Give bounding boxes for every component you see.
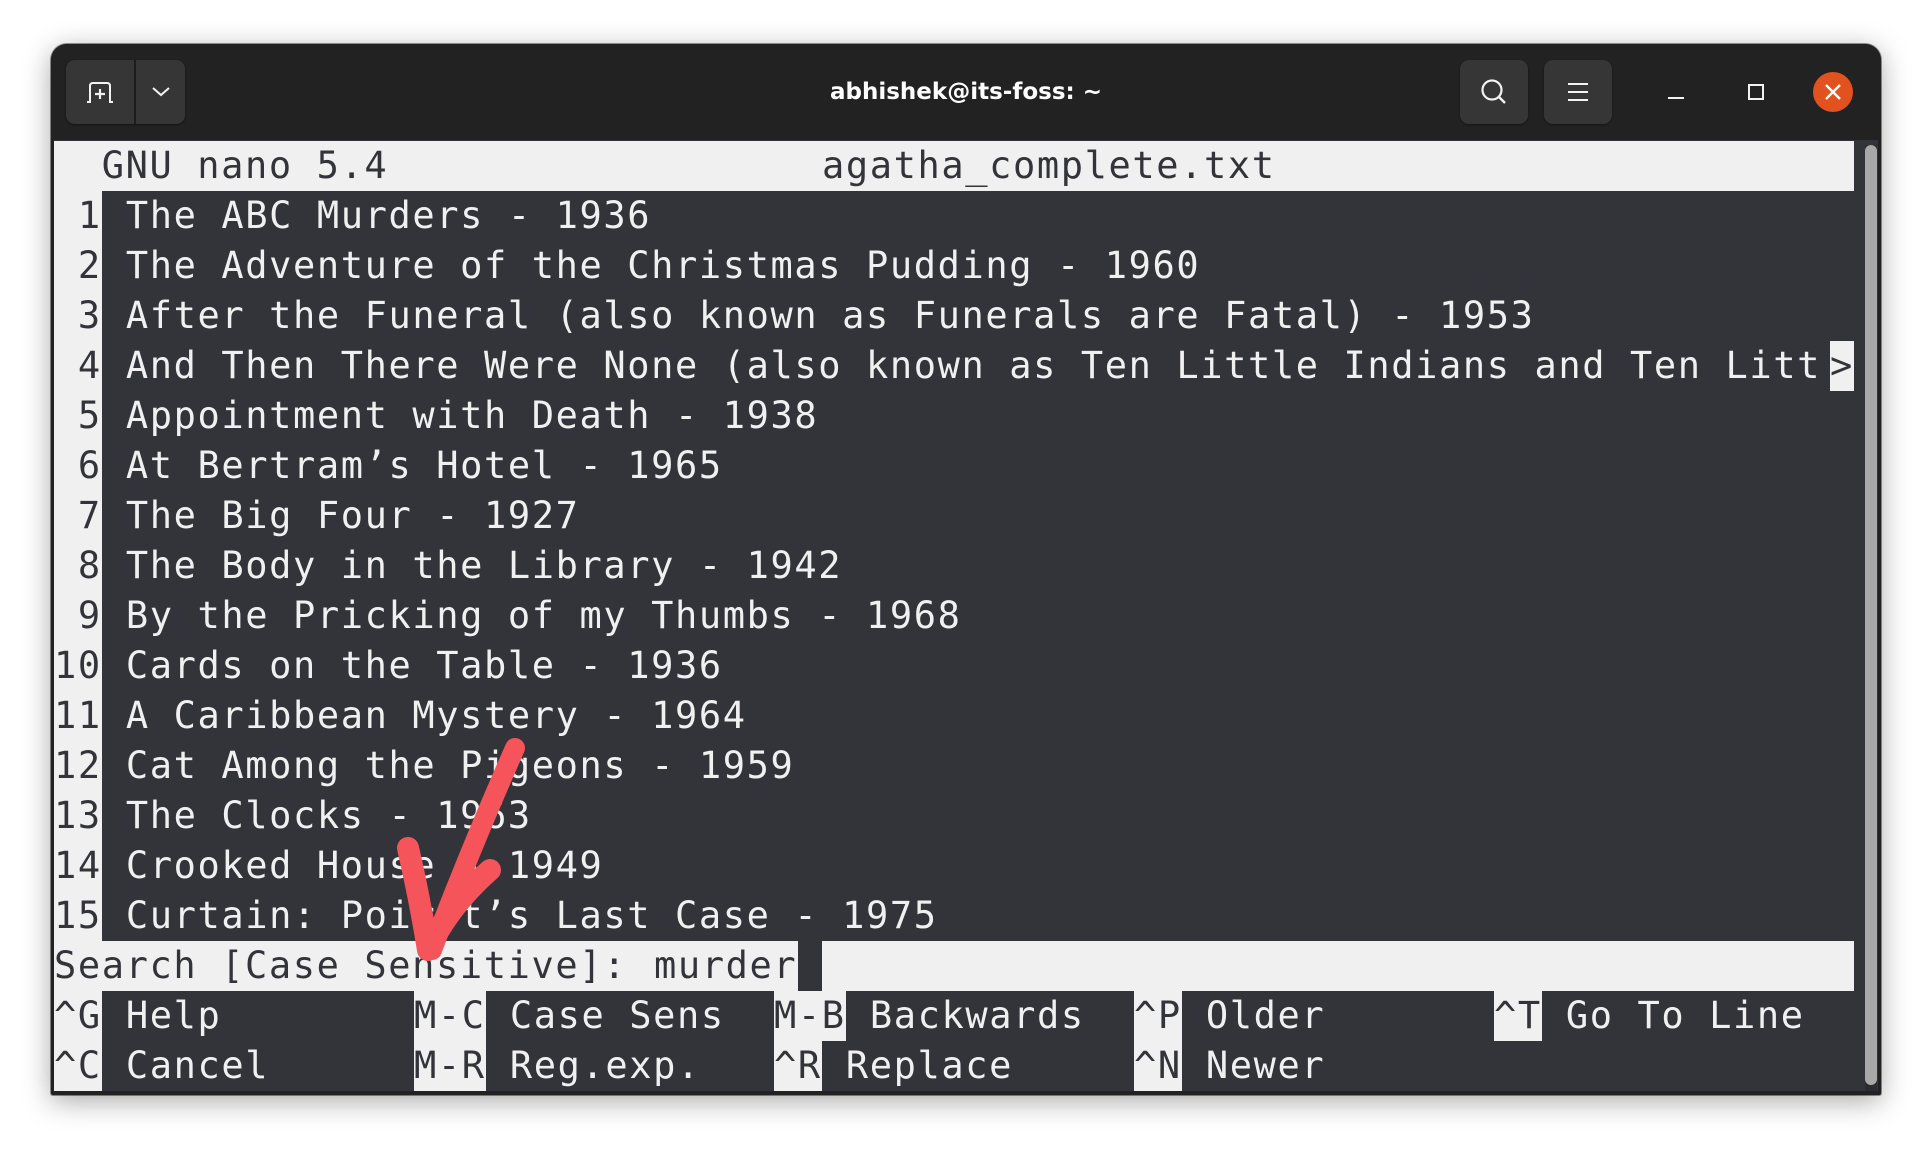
title-bar[interactable]: abhishek@its-foss: ~: [51, 44, 1881, 140]
menu-button[interactable]: [1544, 60, 1612, 124]
editor-line[interactable]: 15 Curtain: Poirot’s Last Case - 1975: [54, 891, 1854, 941]
shortcut-key[interactable]: M-B: [774, 991, 846, 1041]
line-text: And Then There Were None (also known as …: [102, 341, 1854, 391]
terminal-window: abhishek@its-foss: ~ GNU nano 5.4 agatha…: [51, 44, 1881, 1095]
shortcut-key[interactable]: ^T: [1494, 991, 1542, 1041]
line-number: 14: [54, 841, 102, 891]
nano-header: GNU nano 5.4 agatha_complete.txt: [54, 141, 1854, 191]
line-text: The Big Four - 1927: [102, 491, 1854, 541]
line-overflow-marker: >: [1830, 341, 1854, 391]
line-number: 1: [54, 191, 102, 241]
shortcut-key[interactable]: ^R: [774, 1041, 822, 1091]
shortcut-key[interactable]: M-R: [414, 1041, 486, 1091]
maximize-icon: [1748, 84, 1764, 100]
shortcut-key[interactable]: ^P: [1134, 991, 1182, 1041]
shortcut-label[interactable]: Replace: [822, 1041, 1013, 1091]
editor-line[interactable]: 3 After the Funeral (also known as Funer…: [54, 291, 1854, 341]
line-number: 2: [54, 241, 102, 291]
close-icon: [1825, 84, 1841, 100]
search-bar[interactable]: Search [Case Sensitive]: murder: [54, 941, 1854, 991]
line-number: 12: [54, 741, 102, 791]
scrollbar-thumb[interactable]: [1865, 145, 1877, 1085]
nano-version: GNU nano 5.4: [54, 144, 389, 187]
shortcut-key[interactable]: M-C: [414, 991, 486, 1041]
line-number: 6: [54, 441, 102, 491]
shortcut-label[interactable]: Cancel: [102, 1041, 269, 1091]
shortcut-label[interactable]: Help: [102, 991, 221, 1041]
line-text: The ABC Murders - 1936: [102, 191, 1854, 241]
editor-line[interactable]: 2 The Adventure of the Christmas Pudding…: [54, 241, 1854, 291]
scrollbar[interactable]: [1865, 145, 1877, 1091]
line-text: The Adventure of the Christmas Pudding -…: [102, 241, 1854, 291]
shortcut-label[interactable]: Older: [1182, 991, 1325, 1041]
search-input[interactable]: murder: [654, 941, 797, 991]
editor-line[interactable]: 6 At Bertram’s Hotel - 1965: [54, 441, 1854, 491]
line-number: 15: [54, 891, 102, 941]
shortcut-key[interactable]: ^G: [54, 991, 102, 1041]
terminal-area[interactable]: GNU nano 5.4 agatha_complete.txt 1 The A…: [54, 140, 1878, 1091]
text-cursor: [798, 941, 822, 991]
line-text: By the Pricking of my Thumbs - 1968: [102, 591, 1854, 641]
search-button[interactable]: [1460, 60, 1528, 124]
close-button[interactable]: [1813, 72, 1853, 112]
line-text: Cards on the Table - 1936: [102, 641, 1854, 691]
shortcut-row: ^G Help M-C Case Sens M-B Backwards ^P Olde…: [54, 991, 1854, 1041]
line-text: After the Funeral (also known as Funeral…: [102, 291, 1854, 341]
shortcut-label[interactable]: Reg.exp.: [486, 1041, 701, 1091]
line-number: 3: [54, 291, 102, 341]
editor-line[interactable]: 11 A Caribbean Mystery - 1964: [54, 691, 1854, 741]
line-text: Crooked House - 1949: [102, 841, 1854, 891]
minimize-icon: [1668, 97, 1684, 99]
editor-line[interactable]: 10 Cards on the Table - 1936: [54, 641, 1854, 691]
shortcut-key[interactable]: ^N: [1134, 1041, 1182, 1091]
line-text: The Body in the Library - 1942: [102, 541, 1854, 591]
line-text: Cat Among the Pigeons - 1959: [102, 741, 1854, 791]
nano-filename: agatha_complete.txt: [822, 144, 1276, 187]
line-number: 7: [54, 491, 102, 541]
editor-line[interactable]: 5 Appointment with Death - 1938: [54, 391, 1854, 441]
editor-line[interactable]: 4 And Then There Were None (also known a…: [54, 341, 1854, 391]
shortcut-key[interactable]: ^C: [54, 1041, 102, 1091]
search-prompt: Search [Case Sensitive]:: [54, 944, 651, 987]
line-number: 4: [54, 341, 102, 391]
minimize-button[interactable]: [1651, 72, 1701, 112]
line-text: Appointment with Death - 1938: [102, 391, 1854, 441]
editor-line[interactable]: 1 The ABC Murders - 1936: [54, 191, 1854, 241]
editor-line[interactable]: 13 The Clocks - 1963: [54, 791, 1854, 841]
shortcut-label[interactable]: Case Sens: [486, 991, 725, 1041]
line-text: Curtain: Poirot’s Last Case - 1975: [102, 891, 1854, 941]
line-number: 13: [54, 791, 102, 841]
hamburger-menu-icon: [1568, 83, 1588, 101]
line-number: 10: [54, 641, 102, 691]
editor-line[interactable]: 7 The Big Four - 1927: [54, 491, 1854, 541]
line-number: 5: [54, 391, 102, 441]
shortcut-label[interactable]: Go To Line: [1542, 991, 1805, 1041]
line-number: 8: [54, 541, 102, 591]
line-text: The Clocks - 1963: [102, 791, 1854, 841]
editor-line[interactable]: 14 Crooked House - 1949: [54, 841, 1854, 891]
editor-line[interactable]: 12 Cat Among the Pigeons - 1959: [54, 741, 1854, 791]
line-number: 9: [54, 591, 102, 641]
editor-line[interactable]: 8 The Body in the Library - 1942: [54, 541, 1854, 591]
maximize-button[interactable]: [1731, 72, 1781, 112]
line-text: A Caribbean Mystery - 1964: [102, 691, 1854, 741]
line-text: At Bertram’s Hotel - 1965: [102, 441, 1854, 491]
line-number: 11: [54, 691, 102, 741]
search-icon: [1481, 79, 1506, 104]
shortcut-label[interactable]: Newer: [1182, 1041, 1325, 1091]
shortcut-label[interactable]: Backwards: [846, 991, 1085, 1041]
editor-line[interactable]: 9 By the Pricking of my Thumbs - 1968: [54, 591, 1854, 641]
shortcut-row: ^C Cancel M-R Reg.exp. ^R Replace ^N Newer: [54, 1041, 1854, 1091]
